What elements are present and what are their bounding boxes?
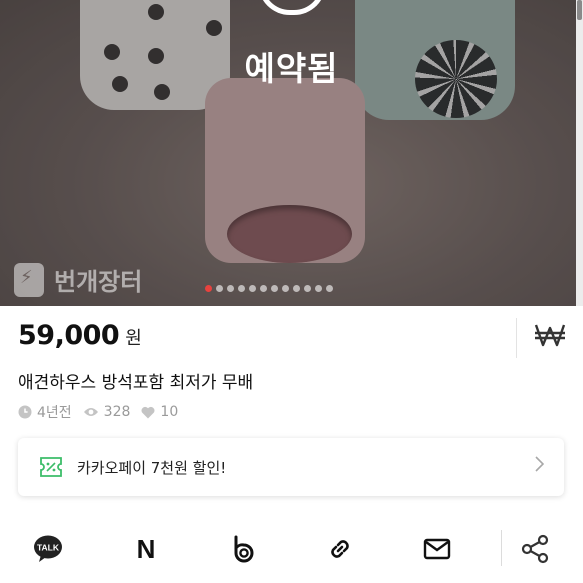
clock-icon xyxy=(18,405,32,419)
carousel-dot[interactable] xyxy=(238,285,245,292)
views-item: 328 xyxy=(83,404,131,420)
product-image-carousel[interactable]: 예약됨 번개장터 xyxy=(0,0,576,306)
kakaopay-promo-banner[interactable]: 카카오페이 7천원 할인! xyxy=(18,438,564,496)
link-icon[interactable] xyxy=(323,532,357,566)
time-item: 4년전 xyxy=(18,402,72,422)
divider xyxy=(516,318,517,358)
naver-icon[interactable]: N xyxy=(129,532,163,566)
talk-label: TALK xyxy=(37,543,60,553)
carousel-dot[interactable] xyxy=(326,285,333,292)
carousel-dot[interactable] xyxy=(260,285,267,292)
bunjang-logo-icon xyxy=(14,262,44,297)
won-sign-icon[interactable] xyxy=(530,322,570,354)
share-bar: TALK N xyxy=(0,520,583,580)
carousel-dot[interactable] xyxy=(216,285,223,292)
carousel-indicator[interactable] xyxy=(205,285,333,292)
carousel-dot[interactable] xyxy=(227,285,234,292)
carousel-dot[interactable] xyxy=(271,285,278,292)
carousel-dot[interactable] xyxy=(205,285,212,292)
time-ago: 4년전 xyxy=(37,405,72,421)
view-count: 328 xyxy=(103,404,131,420)
currency: 원 xyxy=(125,328,142,349)
carousel-dot[interactable] xyxy=(304,285,311,292)
band-icon[interactable] xyxy=(226,532,260,566)
likes-item: 10 xyxy=(141,404,178,420)
mail-icon[interactable] xyxy=(420,532,454,566)
naver-label: N xyxy=(136,533,156,564)
reserved-status: 예약됨 xyxy=(244,49,339,88)
heart-icon xyxy=(141,406,155,418)
carousel-dot[interactable] xyxy=(249,285,256,292)
watermark-text: 번개장터 xyxy=(54,268,143,296)
watermark: 번개장터 xyxy=(14,262,142,297)
share-divider xyxy=(501,530,502,566)
product-meta: 4년전 328 10 xyxy=(18,402,189,422)
promo-text: 카카오페이 7천원 할인! xyxy=(77,458,227,477)
price-row: 59,000 원 xyxy=(18,320,142,351)
kakaotalk-icon[interactable]: TALK xyxy=(31,532,65,566)
like-count: 10 xyxy=(160,404,179,420)
share-icon[interactable] xyxy=(518,532,552,566)
carousel-dot[interactable] xyxy=(282,285,289,292)
price: 59,000 xyxy=(18,320,120,351)
eye-icon xyxy=(83,408,98,416)
chevron-right-icon xyxy=(534,456,545,477)
carousel-dot[interactable] xyxy=(315,285,322,292)
coupon-icon xyxy=(40,457,62,477)
scrollbar[interactable] xyxy=(576,0,583,306)
product-title: 애견하우스 방석포함 최저가 무배 xyxy=(18,373,254,393)
carousel-dot[interactable] xyxy=(293,285,300,292)
